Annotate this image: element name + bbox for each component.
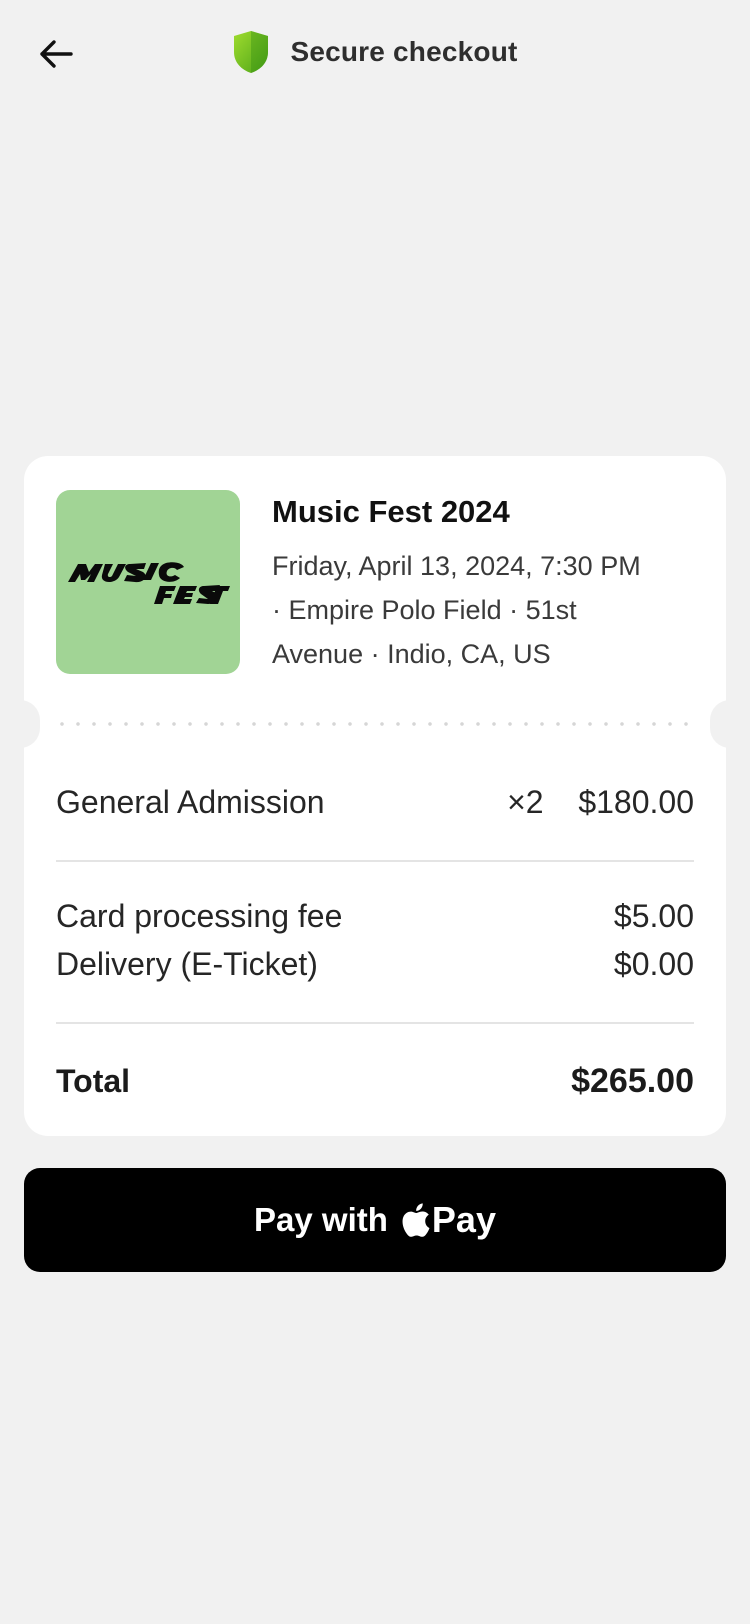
event-meta: Friday, April 13, 2024, 7:30 PM · Empire…: [272, 544, 700, 676]
apple-pay-button[interactable]: Pay with Pay: [24, 1168, 726, 1272]
event-details: Music Fest 2024 Friday, April 13, 2024, …: [272, 492, 700, 676]
event-address-line: Avenue · Indio, CA, US: [272, 639, 551, 669]
event-venue-line: · Empire Polo Field · 51st: [272, 595, 577, 625]
pay-button-label: Pay with: [254, 1201, 388, 1238]
fee-amount: $5.00: [613, 898, 694, 934]
event-title: Music Fest 2024: [272, 494, 510, 529]
ticket-notch-right: [710, 700, 750, 748]
order-summary-card: Music Fest 2024 Friday, April 13, 2024, …: [0, 456, 750, 1136]
fee-row-card-processing: Card processing fee $5.00: [56, 898, 694, 935]
divider: [56, 1022, 694, 1024]
total-row: Total $265.00: [56, 1062, 694, 1101]
divider: [56, 860, 694, 862]
music-fest-logo: [68, 562, 230, 604]
apple-pay-mark: Pay: [402, 1199, 496, 1241]
fee-row-delivery: Delivery (E-Ticket) $0.00: [56, 946, 694, 983]
top-bar: Secure checkout: [0, 0, 750, 104]
ticket-perforation: [54, 722, 696, 726]
line-item-amount: $180.00: [578, 784, 694, 820]
page-title: Secure checkout: [290, 36, 518, 67]
event-logo: [56, 490, 240, 674]
shield-icon: [234, 31, 269, 73]
line-item-quantity: ×2: [507, 784, 544, 820]
header-title-group: Secure checkout: [0, 28, 750, 76]
pay-brand-text: Pay: [431, 1199, 496, 1240]
total-amount: $265.00: [571, 1062, 694, 1100]
fee-amount: $0.00: [613, 946, 694, 982]
fee-label: Card processing fee: [56, 898, 343, 934]
apple-logo-icon: [402, 1203, 430, 1237]
ticket-notch-left: [0, 700, 40, 748]
fee-label: Delivery (E-Ticket): [56, 946, 318, 982]
line-item-general-admission: General Admission ×2 $180.00: [56, 784, 694, 821]
total-label: Total: [56, 1063, 131, 1099]
line-item-label: General Admission: [56, 784, 325, 820]
event-date-line: Friday, April 13, 2024, 7:30 PM: [272, 551, 641, 581]
